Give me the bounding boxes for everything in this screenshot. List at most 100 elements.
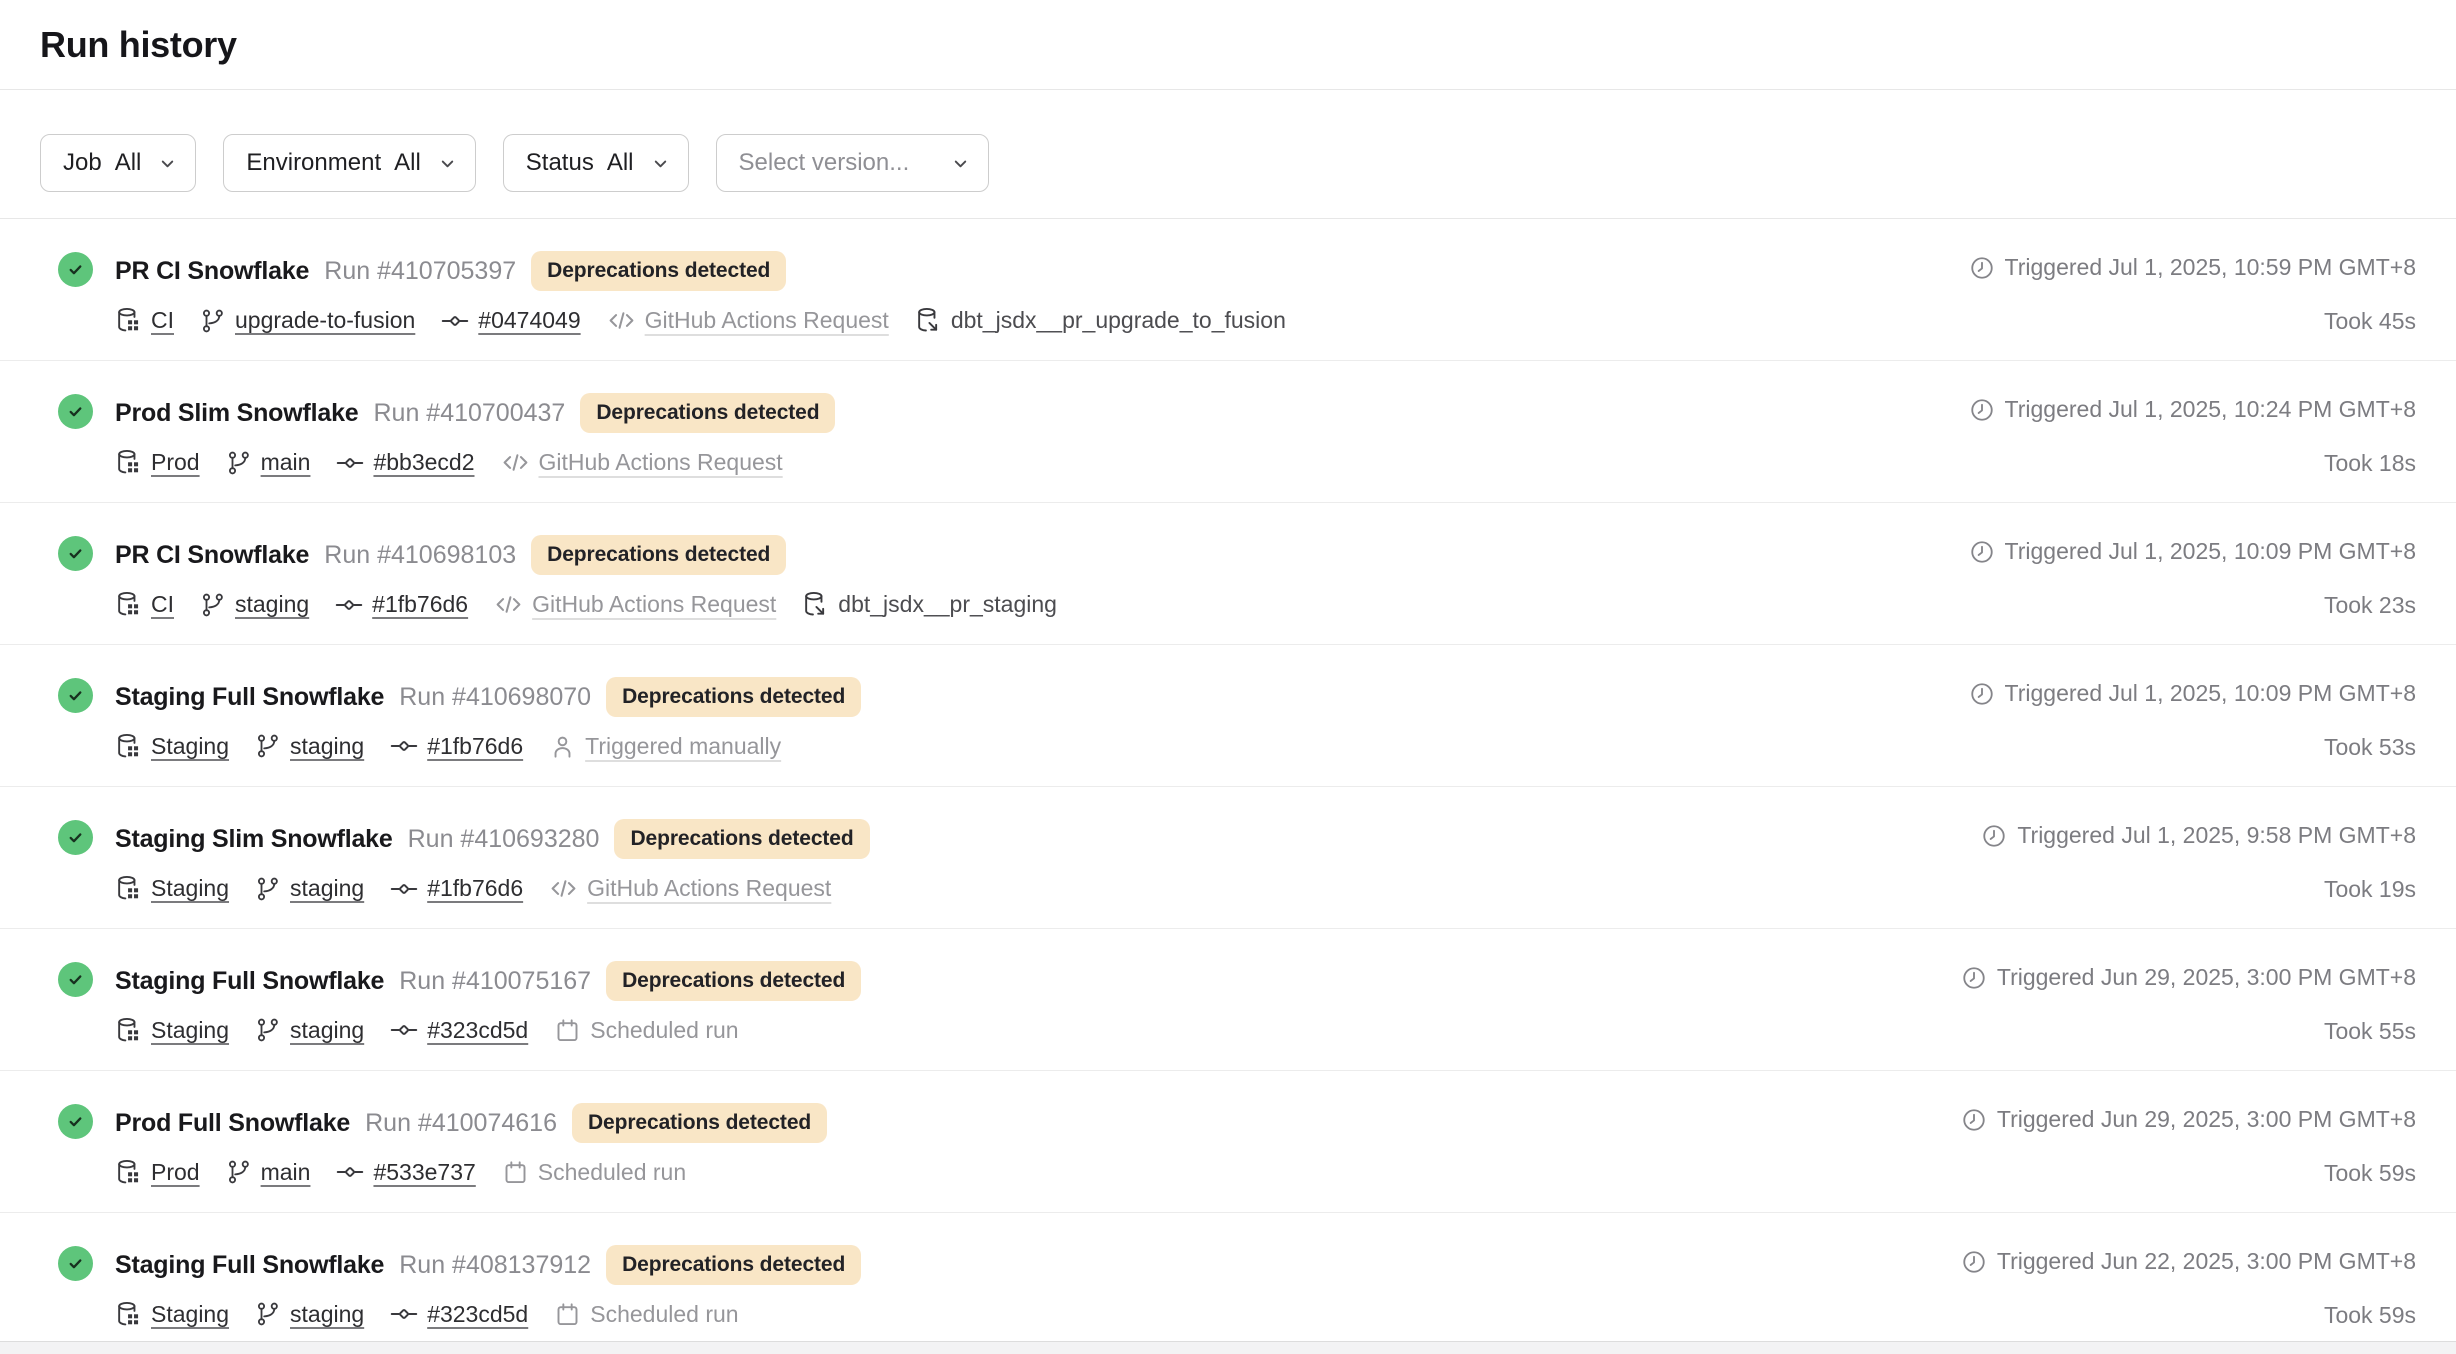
commit-link[interactable]: #1fb76d6 (427, 733, 523, 760)
commit-link[interactable]: #533e737 (373, 1159, 475, 1186)
commit-link[interactable]: #bb3ecd2 (373, 449, 474, 476)
run-duration: Took 59s (2324, 1160, 2416, 1187)
run-number: Run #408137912 (399, 1251, 591, 1280)
run-branch[interactable]: upgrade-to-fusion (200, 307, 415, 334)
run-branch[interactable]: staging (200, 591, 309, 618)
clock-icon (1969, 397, 1995, 423)
run-row[interactable]: Prod Full Snowflake Run #410074616 Depre… (0, 1071, 2456, 1213)
run-commit[interactable]: #0474049 (441, 307, 580, 335)
branch-link[interactable]: staging (290, 1301, 364, 1328)
trigger-source-label[interactable]: Scheduled run (538, 1159, 686, 1186)
branch-link[interactable]: staging (290, 1017, 364, 1044)
commit-link[interactable]: #0474049 (478, 307, 580, 334)
trigger-source-label[interactable]: Scheduled run (590, 1301, 738, 1328)
run-job-name[interactable]: Staging Full Snowflake (115, 1251, 384, 1280)
git-branch-icon (200, 308, 226, 334)
run-commit[interactable]: #533e737 (336, 1158, 475, 1186)
environment-link[interactable]: CI (151, 307, 174, 334)
job-filter-dropdown[interactable]: Job All (40, 134, 196, 192)
trigger-source-label[interactable]: GitHub Actions Request (539, 449, 783, 476)
commit-link[interactable]: #1fb76d6 (372, 591, 468, 618)
commit-link[interactable]: #323cd5d (427, 1017, 528, 1044)
deprecations-badge: Deprecations detected (606, 677, 861, 717)
run-environment[interactable]: Staging (115, 733, 229, 760)
environment-link[interactable]: Staging (151, 875, 229, 902)
deprecations-badge: Deprecations detected (531, 251, 786, 291)
chevron-down-icon (158, 154, 177, 173)
run-row[interactable]: Staging Full Snowflake Run #408137912 De… (0, 1213, 2456, 1354)
run-commit[interactable]: #323cd5d (390, 1300, 528, 1328)
run-commit[interactable]: #1fb76d6 (390, 875, 523, 903)
run-environment[interactable]: Prod (115, 1159, 200, 1186)
run-branch[interactable]: staging (255, 1301, 364, 1328)
run-job-name[interactable]: Staging Full Snowflake (115, 967, 384, 996)
run-commit[interactable]: #323cd5d (390, 1016, 528, 1044)
run-duration: Took 19s (2324, 876, 2416, 903)
run-row[interactable]: Prod Slim Snowflake Run #410700437 Depre… (0, 361, 2456, 503)
run-branch[interactable]: main (226, 1159, 311, 1186)
run-row[interactable]: Staging Full Snowflake Run #410075167 De… (0, 929, 2456, 1071)
run-environment[interactable]: CI (115, 591, 174, 618)
trigger-source: GitHub Actions Request (494, 590, 776, 619)
run-triggered-time: Triggered Jul 1, 2025, 10:09 PM GMT+8 (1969, 680, 2416, 707)
run-environment[interactable]: Staging (115, 1017, 229, 1044)
environment-link[interactable]: Staging (151, 1301, 229, 1328)
run-branch[interactable]: staging (255, 733, 364, 760)
run-job-name[interactable]: Prod Full Snowflake (115, 1109, 350, 1138)
run-commit[interactable]: #1fb76d6 (335, 591, 468, 619)
trigger-source-label[interactable]: Triggered manually (585, 733, 781, 760)
run-job-name[interactable]: PR CI Snowflake (115, 257, 309, 286)
trigger-source: Triggered manually (549, 733, 781, 760)
run-environment[interactable]: Staging (115, 1301, 229, 1328)
run-success-icon (58, 820, 93, 855)
run-environment[interactable]: Staging (115, 875, 229, 902)
version-filter-dropdown[interactable]: Select version... (716, 134, 990, 192)
run-job-name[interactable]: Staging Slim Snowflake (115, 825, 393, 854)
branch-link[interactable]: staging (235, 591, 309, 618)
dbt-job-database-icon (802, 591, 829, 618)
triggered-label: Triggered Jul 1, 2025, 10:09 PM GMT+8 (2005, 680, 2416, 707)
environment-link[interactable]: Prod (151, 1159, 200, 1186)
trigger-source: GitHub Actions Request (607, 306, 889, 335)
branch-link[interactable]: upgrade-to-fusion (235, 307, 415, 334)
commit-link[interactable]: #323cd5d (427, 1301, 528, 1328)
run-duration: Took 45s (2324, 308, 2416, 335)
git-commit-icon (390, 732, 418, 760)
run-environment[interactable]: CI (115, 307, 174, 334)
environment-link[interactable]: Prod (151, 449, 200, 476)
run-success-icon (58, 1104, 93, 1139)
branch-link[interactable]: main (261, 1159, 311, 1186)
environment-filter-dropdown[interactable]: Environment All (223, 134, 475, 192)
environment-database-icon (115, 591, 142, 618)
environment-link[interactable]: Staging (151, 733, 229, 760)
trigger-source-label[interactable]: GitHub Actions Request (645, 307, 889, 334)
run-row[interactable]: PR CI Snowflake Run #410698103 Deprecati… (0, 503, 2456, 645)
run-job-name[interactable]: Staging Full Snowflake (115, 683, 384, 712)
environment-database-icon (115, 875, 142, 902)
branch-link[interactable]: staging (290, 875, 364, 902)
run-commit[interactable]: #bb3ecd2 (336, 449, 474, 477)
code-icon (607, 306, 636, 335)
run-environment[interactable]: Prod (115, 449, 200, 476)
trigger-source-label[interactable]: Scheduled run (590, 1017, 738, 1044)
deprecations-badge: Deprecations detected (572, 1103, 827, 1143)
run-job-name[interactable]: PR CI Snowflake (115, 541, 309, 570)
environment-link[interactable]: Staging (151, 1017, 229, 1044)
run-commit[interactable]: #1fb76d6 (390, 732, 523, 760)
trigger-source-label[interactable]: GitHub Actions Request (532, 591, 776, 618)
deprecations-badge: Deprecations detected (531, 535, 786, 575)
run-job-name[interactable]: Prod Slim Snowflake (115, 399, 358, 428)
triggered-label: Triggered Jul 1, 2025, 10:09 PM GMT+8 (2005, 538, 2416, 565)
environment-link[interactable]: CI (151, 591, 174, 618)
status-filter-dropdown[interactable]: Status All (503, 134, 689, 192)
commit-link[interactable]: #1fb76d6 (427, 875, 523, 902)
run-row[interactable]: Staging Slim Snowflake Run #410693280 De… (0, 787, 2456, 929)
run-row[interactable]: Staging Full Snowflake Run #410698070 De… (0, 645, 2456, 787)
run-branch[interactable]: staging (255, 875, 364, 902)
branch-link[interactable]: staging (290, 733, 364, 760)
run-row[interactable]: PR CI Snowflake Run #410705397 Deprecati… (0, 219, 2456, 361)
run-branch[interactable]: staging (255, 1017, 364, 1044)
run-branch[interactable]: main (226, 449, 311, 476)
trigger-source-label[interactable]: GitHub Actions Request (587, 875, 831, 902)
branch-link[interactable]: main (261, 449, 311, 476)
